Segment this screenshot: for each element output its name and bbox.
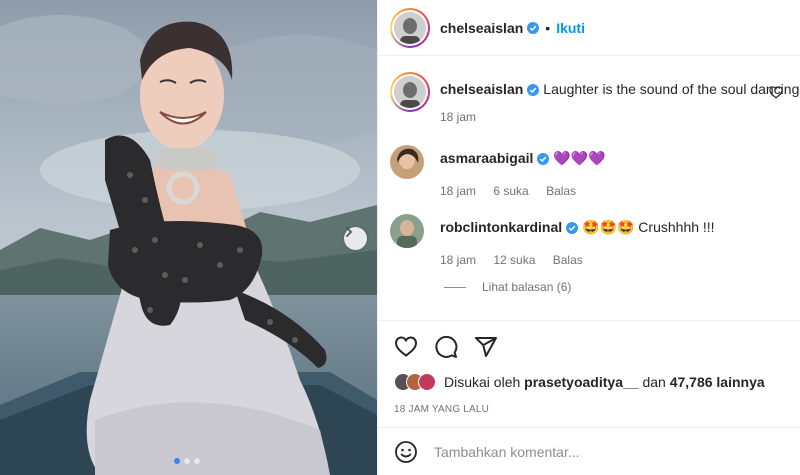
share-icon[interactable] xyxy=(474,335,498,359)
heart-icon[interactable] xyxy=(394,335,418,359)
caption-time: 18 jam xyxy=(440,110,477,124)
carousel-dot xyxy=(194,458,200,464)
reply-button[interactable]: Balas xyxy=(553,253,583,267)
post-time-ago[interactable]: 18 JAM YANG LALU xyxy=(394,404,489,415)
post-username[interactable]: chelseaislan xyxy=(440,20,523,36)
comment-likes[interactable]: 12 suka xyxy=(493,253,535,267)
caption-avatar[interactable] xyxy=(390,72,430,112)
next-image-button[interactable] xyxy=(344,227,367,250)
comment-likes[interactable]: 6 suka xyxy=(493,184,528,198)
view-replies-label: Lihat balasan (6) xyxy=(482,280,572,294)
caption-username[interactable]: chelseaislan xyxy=(440,81,523,97)
avatar-image xyxy=(394,76,426,108)
caption-row: chelseaislan Laughter is the sound of the… xyxy=(390,72,799,124)
follow-button[interactable]: Ikuti xyxy=(556,20,585,36)
post-image[interactable] xyxy=(0,0,377,475)
post-panel: chelseaislan • Ikuti chelseaislan Laught… xyxy=(377,0,800,475)
likes-summary[interactable]: Disukai oleh prasetyoaditya__ dan 47,786… xyxy=(394,373,765,391)
comments-list: chelseaislan Laughter is the sound of the… xyxy=(378,57,800,319)
verified-icon xyxy=(527,21,540,34)
comment-username[interactable]: asmaraabigail xyxy=(440,150,533,166)
likes-count[interactable]: 47,786 lainnya xyxy=(670,374,765,390)
comment-item: robclintonkardinal 🤩🤩🤩 Crushhhh !!! 18 ja… xyxy=(390,214,715,267)
comment-username[interactable]: robclintonkardinal xyxy=(440,219,562,235)
header-separator: • xyxy=(545,19,551,36)
comment-text: 🤩🤩🤩 Crushhhh !!! xyxy=(582,219,715,235)
avatar-image xyxy=(394,11,426,44)
carousel-dot xyxy=(184,458,190,464)
post-header: chelseaislan • Ikuti xyxy=(378,0,800,56)
reply-button[interactable]: Balas xyxy=(546,184,576,198)
likes-user[interactable]: prasetyoaditya__ xyxy=(524,374,638,390)
post-actions: Disukai oleh prasetyoaditya__ dan 47,786… xyxy=(378,320,800,426)
comment-input[interactable] xyxy=(434,443,774,460)
verified-icon xyxy=(566,222,579,234)
emoji-icon[interactable] xyxy=(394,440,418,464)
comment-item: asmaraabigail 💜💜💜 18 jam 6 suka Balas xyxy=(390,145,606,198)
caption-text: Laughter is the sound of the soul dancin… xyxy=(543,81,800,97)
likes-joiner: dan xyxy=(642,374,666,390)
likes-prefix: Disukai oleh xyxy=(444,374,521,390)
add-comment-bar xyxy=(378,427,800,475)
avatar[interactable] xyxy=(390,7,430,48)
chevron-right-icon xyxy=(346,227,353,237)
comment-avatar[interactable] xyxy=(390,214,424,248)
comment-avatar[interactable] xyxy=(390,145,424,179)
comment-time: 18 jam xyxy=(440,184,477,198)
liker-avatar xyxy=(418,373,436,391)
replies-divider xyxy=(444,286,466,288)
comment-icon[interactable] xyxy=(434,335,458,359)
verified-icon xyxy=(537,153,550,165)
photo-illustration xyxy=(0,0,377,475)
avatar-image xyxy=(390,145,424,179)
carousel-dot xyxy=(174,458,180,464)
view-replies-button[interactable]: Lihat balasan (6) xyxy=(444,280,571,294)
verified-icon xyxy=(527,84,540,96)
carousel-dots xyxy=(174,458,200,464)
comment-text: 💜💜💜 xyxy=(553,150,606,166)
avatar-image xyxy=(390,214,424,248)
comment-time: 18 jam xyxy=(440,253,477,267)
heart-icon[interactable] xyxy=(769,86,783,99)
